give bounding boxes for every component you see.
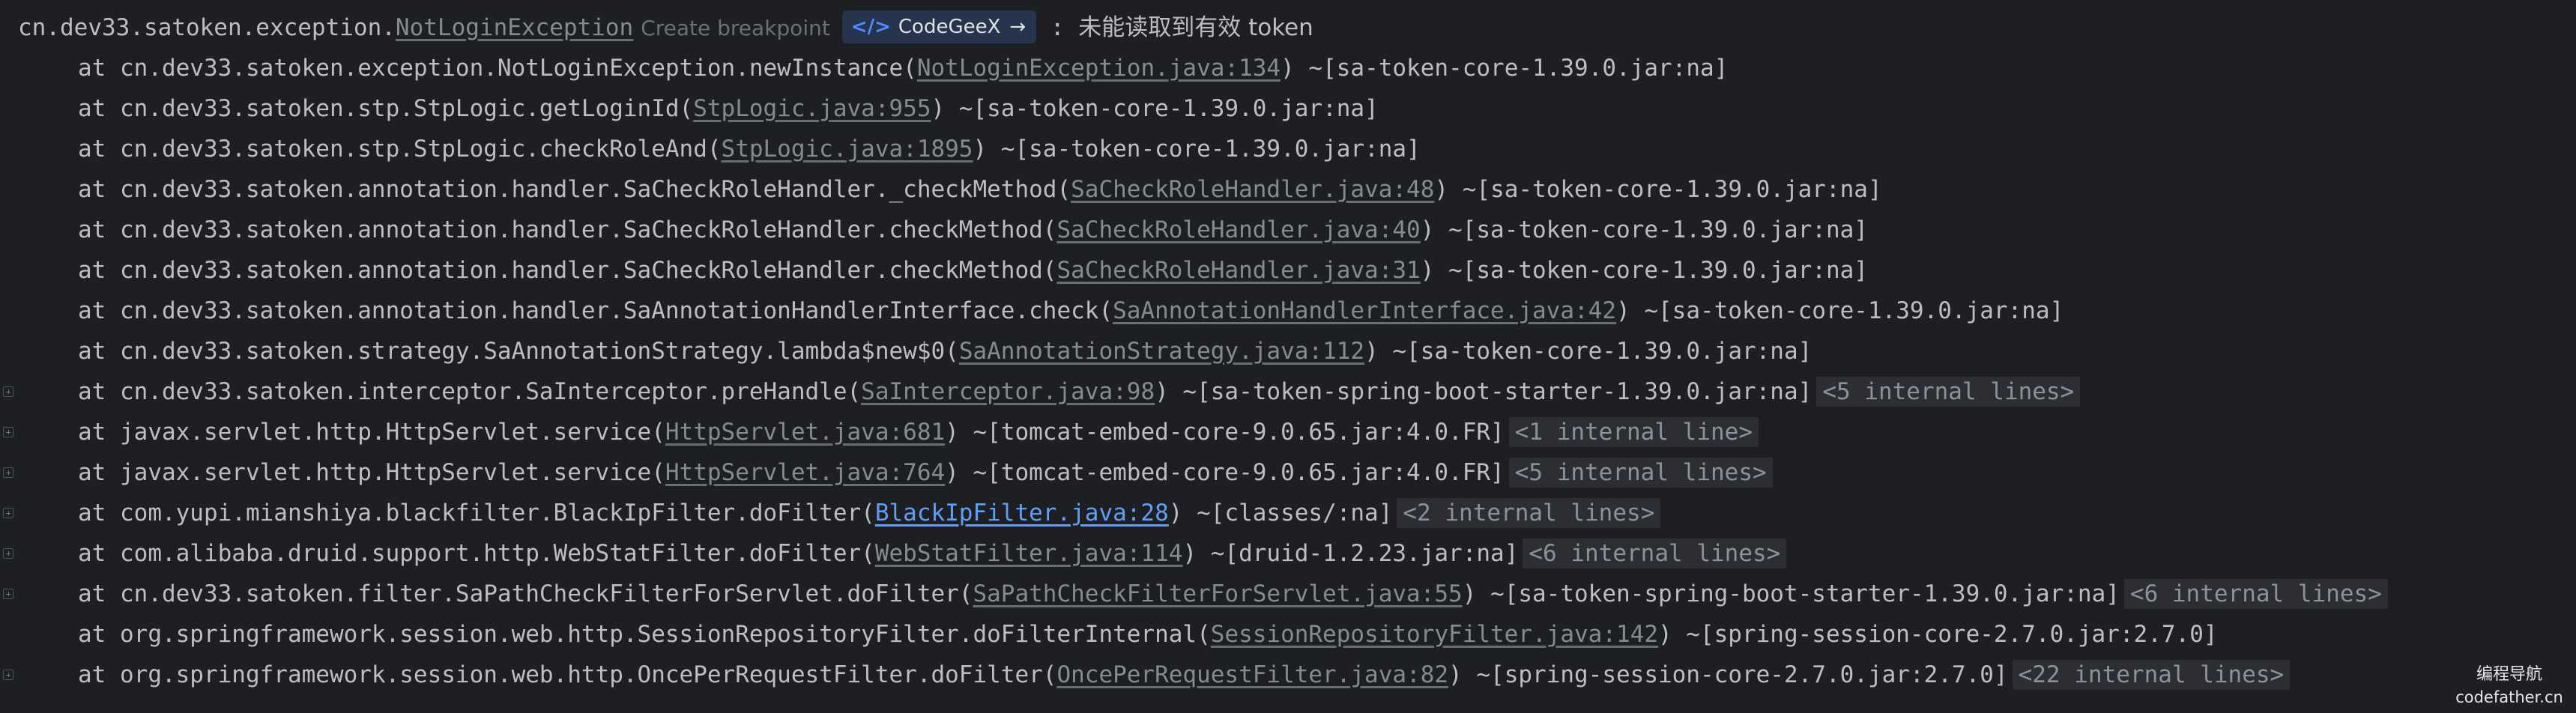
frame-method: at cn.dev33.satoken.stp.StpLogic.checkRo… [78,136,722,163]
frame-jar-info: ) ~[tomcat-embed-core-9.0.65.jar:4.0.FR] [945,419,1505,446]
internal-lines-badge[interactable]: <22 internal lines> [2012,660,2291,690]
frame-method: at com.alibaba.druid.support.http.WebSta… [78,540,875,567]
frame-method: at cn.dev33.satoken.interceptor.SaInterc… [78,378,862,405]
stack-frame-line: at javax.servlet.http.HttpServlet.servic… [0,412,2576,452]
frame-method: at cn.dev33.satoken.annotation.handler.S… [78,176,1071,203]
frame-source-link[interactable]: StpLogic.java:1895 [722,136,973,163]
frame-method: at com.yupi.mianshiya.blackfilter.BlackI… [78,500,875,527]
frame-jar-info: ) ~[sa-token-core-1.39.0.jar:na] [973,136,1421,163]
frame-jar-info: ) ~[sa-token-core-1.39.0.jar:na] [1420,257,1868,284]
frame-source-link[interactable]: StpLogic.java:955 [693,95,931,122]
frame-jar-info: ) ~[sa-token-core-1.39.0.jar:na] [1616,297,2064,324]
frame-jar-info: ) ~[sa-token-core-1.39.0.jar:na] [1281,55,1729,82]
internal-lines-badge[interactable]: <6 internal lines> [2123,579,2388,609]
frame-source-link[interactable]: SaInterceptor.java:98 [861,378,1155,405]
stack-frame-line: at cn.dev33.satoken.stp.StpLogic.checkRo… [0,129,2576,169]
stack-frame-line: at com.alibaba.druid.support.http.WebSta… [0,533,2576,574]
frame-jar-info: ) ~[sa-token-core-1.39.0.jar:na] [931,95,1379,122]
frame-source-link[interactable]: BlackIpFilter.java:28 [875,500,1169,527]
internal-lines-badge[interactable]: <2 internal lines> [1397,498,1661,528]
frame-source-link[interactable]: SessionRepositoryFilter.java:142 [1211,621,1658,648]
frame-method: at cn.dev33.satoken.annotation.handler.S… [78,257,1057,284]
stack-frame-line: at cn.dev33.satoken.filter.SaPathCheckFi… [0,574,2576,614]
stack-frame-line: at cn.dev33.satoken.interceptor.SaInterc… [0,371,2576,412]
frame-method: at javax.servlet.http.HttpServlet.servic… [78,419,665,446]
expand-plus-icon[interactable] [3,467,13,478]
internal-lines-badge[interactable]: <5 internal lines> [1816,377,2081,407]
frame-method: at org.springframework.session.web.http.… [78,661,1057,688]
stack-frame-line: at org.springframework.session.web.http.… [0,655,2576,695]
frame-method: at javax.servlet.http.HttpServlet.servic… [78,459,665,486]
frame-method: at cn.dev33.satoken.exception.NotLoginEx… [78,55,917,82]
frame-source-link[interactable]: OncePerRequestFilter.java:82 [1056,661,1448,688]
codegeex-icon: </> [850,15,891,38]
frame-method: at org.springframework.session.web.http.… [78,621,1211,648]
stack-frame-line: at cn.dev33.satoken.annotation.handler.S… [0,169,2576,210]
frame-source-link[interactable]: SaAnnotationStrategy.java:112 [959,338,1364,365]
frame-source-link[interactable]: SaCheckRoleHandler.java:31 [1056,257,1420,284]
exception-message: 未能读取到有效 token [1078,14,1313,41]
exception-class-link[interactable]: NotLoginException [396,14,633,41]
frame-source-link[interactable]: SaAnnotationHandlerInterface.java:42 [1113,297,1616,324]
frame-jar-info: ) ~[spring-session-core-2.7.0.jar:2.7.0] [1448,661,2008,688]
frame-source-link[interactable]: HttpServlet.java:681 [665,419,945,446]
expand-plus-icon[interactable] [3,589,13,599]
expand-plus-icon[interactable] [3,670,13,680]
frame-source-link[interactable]: SaPathCheckFilterForServlet.java:55 [973,580,1462,607]
internal-lines-badge[interactable]: <1 internal line> [1508,417,1759,447]
stack-frame-line: at cn.dev33.satoken.stp.StpLogic.getLogi… [0,88,2576,129]
exception-separator: : [1036,14,1079,41]
stack-frame-line: at cn.dev33.satoken.annotation.handler.S… [0,250,2576,291]
watermark: 编程导航 codefather.cn [2453,664,2566,709]
stack-frame-line: at com.yupi.mianshiya.blackfilter.BlackI… [0,493,2576,533]
frame-jar-info: ) ~[spring-session-core-2.7.0.jar:2.7.0] [1657,621,2218,648]
internal-lines-badge[interactable]: <6 internal lines> [1523,538,1787,568]
frame-jar-info: ) ~[sa-token-core-1.39.0.jar:na] [1434,176,1882,203]
frame-jar-info: ) ~[sa-token-spring-boot-starter-1.39.0.… [1155,378,1812,405]
exception-header-line: cn.dev33.satoken.exception.NotLoginExcep… [0,7,2576,48]
create-breakpoint-link[interactable]: Create breakpoint [641,16,830,40]
expand-plus-icon[interactable] [3,427,13,437]
frame-source-link[interactable]: HttpServlet.java:764 [665,459,945,486]
console-output: cn.dev33.satoken.exception.NotLoginExcep… [0,0,2576,713]
stack-frame-line: at cn.dev33.satoken.exception.NotLoginEx… [0,48,2576,88]
stack-frame-line: at javax.servlet.http.HttpServlet.servic… [0,452,2576,493]
expand-plus-icon[interactable] [3,508,13,518]
watermark-site: codefather.cn [2455,688,2563,706]
frame-jar-info: ) ~[sa-token-core-1.39.0.jar:na] [1364,338,1812,365]
stack-frame-line: at cn.dev33.satoken.annotation.handler.S… [0,291,2576,331]
stack-frame-line: at cn.dev33.satoken.annotation.handler.S… [0,210,2576,250]
frame-source-link[interactable]: WebStatFilter.java:114 [875,540,1183,567]
frame-jar-info: ) ~[tomcat-embed-core-9.0.65.jar:4.0.FR] [945,459,1505,486]
frame-source-link[interactable]: SaCheckRoleHandler.java:40 [1056,216,1420,243]
frame-jar-info: ) ~[sa-token-core-1.39.0.jar:na] [1420,216,1868,243]
frame-jar-info: ) ~[classes/:na] [1168,500,1393,527]
frame-source-link[interactable]: SaCheckRoleHandler.java:48 [1071,176,1434,203]
stack-frame-line: at cn.dev33.satoken.strategy.SaAnnotatio… [0,331,2576,371]
codegeex-button[interactable]: </> CodeGeeX → [841,10,1037,43]
codegeex-label: CodeGeeX [898,15,1001,38]
expand-plus-icon[interactable] [3,548,13,559]
arrow-right-icon: → [1009,15,1027,38]
frame-method: at cn.dev33.satoken.annotation.handler.S… [78,216,1057,243]
stack-frame-line: at org.springframework.session.web.http.… [0,614,2576,655]
watermark-title: 编程导航 [2476,665,2542,684]
frame-source-link[interactable]: NotLoginException.java:134 [917,55,1281,82]
frame-method: at cn.dev33.satoken.stp.StpLogic.getLogi… [78,95,694,122]
expand-plus-icon[interactable] [3,386,13,397]
frame-jar-info: ) ~[druid-1.2.23.jar:na] [1182,540,1519,567]
frame-jar-info: ) ~[sa-token-spring-boot-starter-1.39.0.… [1462,580,2120,607]
internal-lines-badge[interactable]: <5 internal lines> [1508,458,1773,488]
exception-package: cn.dev33.satoken.exception. [18,14,396,41]
frame-method: at cn.dev33.satoken.annotation.handler.S… [78,297,1113,324]
frame-method: at cn.dev33.satoken.strategy.SaAnnotatio… [78,338,959,365]
frame-method: at cn.dev33.satoken.filter.SaPathCheckFi… [78,580,973,607]
